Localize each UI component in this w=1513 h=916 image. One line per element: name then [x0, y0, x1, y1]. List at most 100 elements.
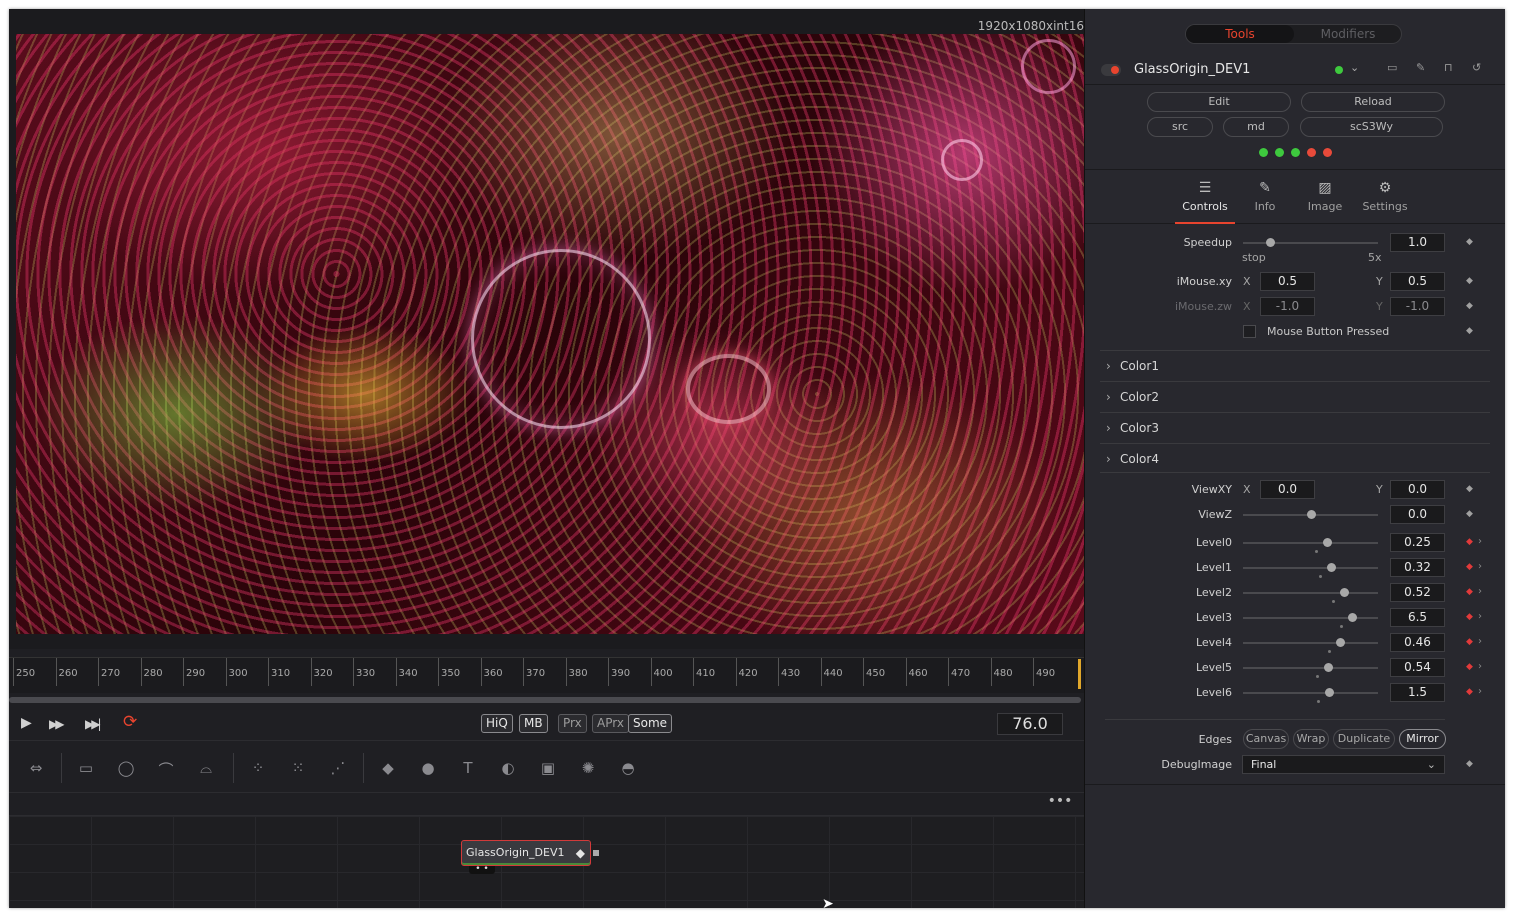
group-color1[interactable]: › Color1 — [1100, 350, 1490, 380]
reset-icon[interactable]: ↺ — [1472, 61, 1481, 74]
level-slider[interactable] — [1243, 592, 1378, 594]
viewxy-x-field[interactable]: 0.0 — [1260, 480, 1315, 499]
tool-color-dot-icon[interactable] — [1335, 66, 1343, 74]
merge-3d-icon[interactable]: ◐ — [497, 759, 519, 779]
keyframe-diamond-icon[interactable]: ◆ — [1466, 237, 1473, 247]
chevron-right-icon[interactable]: › — [1478, 661, 1482, 672]
level-slider[interactable] — [1243, 542, 1378, 544]
level-knob[interactable] — [1324, 663, 1334, 672]
renderer-3d-icon[interactable]: ✺ — [577, 759, 599, 779]
viewz-knob[interactable] — [1306, 510, 1316, 519]
src-button[interactable]: src — [1147, 117, 1213, 137]
skip-to-end-icon[interactable]: ▶▶| — [85, 717, 101, 731]
tool-node[interactable]: GlassOrigin_DEV1 ◆ — [461, 840, 591, 866]
chevron-right-icon[interactable]: › — [1478, 536, 1482, 547]
level-knob[interactable] — [1326, 563, 1336, 572]
lock-icon[interactable]: ⊓ — [1444, 61, 1453, 74]
tool-enable-toggle[interactable] — [1101, 64, 1121, 76]
group-color4[interactable]: › Color4 — [1100, 443, 1490, 473]
view-icon[interactable]: ▭ — [1387, 61, 1397, 74]
fast-forward-icon[interactable]: ▶▶ — [49, 717, 65, 731]
edges-wrap-button[interactable]: Wrap — [1293, 729, 1329, 749]
loop-icon[interactable]: ⟳ — [123, 712, 137, 732]
edges-mirror-button[interactable]: Mirror — [1399, 729, 1446, 749]
level-value[interactable]: 6.5 — [1390, 608, 1445, 627]
mb-button[interactable]: MB — [519, 714, 548, 733]
level-knob[interactable] — [1340, 588, 1350, 597]
tab-controls[interactable]: ☰ Controls — [1175, 180, 1235, 224]
keyframe-diamond-icon[interactable]: ◆ — [1466, 662, 1473, 672]
particle-style-icon[interactable]: ⋰ — [327, 759, 349, 779]
level-slider[interactable] — [1243, 567, 1378, 569]
keyframe-diamond-icon[interactable]: ◆ — [1466, 587, 1473, 597]
level-knob[interactable] — [1348, 613, 1358, 622]
edges-canvas-button[interactable]: Canvas — [1243, 729, 1289, 749]
keyframe-diamond-icon[interactable]: ◆ — [1466, 484, 1473, 494]
level-slider[interactable] — [1243, 642, 1378, 644]
level-slider[interactable] — [1243, 667, 1378, 669]
md-button[interactable]: md — [1223, 117, 1289, 137]
bspline-mask-icon[interactable]: ⌓ — [195, 759, 217, 779]
resize-icon[interactable]: ⇔ — [25, 759, 47, 779]
level-value[interactable]: 0.52 — [1390, 583, 1445, 602]
text-3d-icon[interactable]: T — [457, 759, 479, 779]
debugimage-select[interactable]: Final ⌄ — [1242, 755, 1445, 774]
viewer[interactable]: 1920x1080xint16 — [9, 9, 1084, 649]
level-value[interactable]: 0.46 — [1390, 633, 1445, 652]
imouse-x-field[interactable]: 0.5 — [1260, 272, 1315, 291]
particle-render-icon[interactable]: ⁙ — [287, 759, 309, 779]
level-slider[interactable] — [1243, 617, 1378, 619]
particle-emitter-icon[interactable]: ⁘ — [247, 759, 269, 779]
more-options-icon[interactable]: ••• — [1046, 794, 1074, 813]
level-value[interactable]: 0.54 — [1390, 658, 1445, 677]
keyframe-diamond-icon[interactable]: ◆ — [1466, 687, 1473, 697]
node-input-ports[interactable]: • • — [469, 865, 495, 874]
keyframe-diamond-icon[interactable]: ◆ — [1466, 301, 1473, 311]
tab-modifiers[interactable]: Modifiers — [1294, 25, 1402, 43]
level-value[interactable]: 0.32 — [1390, 558, 1445, 577]
keyframe-diamond-icon[interactable]: ◆ — [1466, 537, 1473, 547]
timeline-scrollbar[interactable] — [9, 697, 1081, 703]
level-value[interactable]: 1.5 — [1390, 683, 1445, 702]
edit-button[interactable]: Edit — [1147, 92, 1291, 112]
level-knob[interactable] — [1325, 688, 1335, 697]
rectangle-mask-icon[interactable]: ▭ — [75, 759, 97, 779]
edges-duplicate-button[interactable]: Duplicate — [1333, 729, 1395, 749]
imouse-z-field[interactable]: -1.0 — [1260, 297, 1315, 316]
pin-icon[interactable]: ✎ — [1416, 61, 1425, 74]
chevron-down-icon[interactable]: ⌄ — [1350, 61, 1359, 74]
playhead[interactable] — [1078, 659, 1081, 689]
keyframe-diamond-icon[interactable]: ◆ — [1466, 759, 1473, 769]
chevron-right-icon[interactable]: › — [1478, 636, 1482, 647]
tab-tools[interactable]: Tools — [1186, 25, 1294, 43]
reload-button[interactable]: Reload — [1301, 92, 1445, 112]
speedup-knob[interactable] — [1266, 238, 1275, 247]
viewxy-y-field[interactable]: 0.0 — [1390, 480, 1445, 499]
node-output-port[interactable] — [593, 850, 599, 856]
keyframe-diamond-icon[interactable]: ◆ — [1466, 612, 1473, 622]
tab-info[interactable]: ✎ Info — [1235, 180, 1295, 213]
play-icon[interactable]: ▶ — [21, 715, 32, 731]
imouse-y-field[interactable]: 0.5 — [1390, 272, 1445, 291]
polygon-mask-icon[interactable]: ⌒ — [155, 759, 177, 779]
keyframe-diamond-icon[interactable]: ◆ — [1466, 509, 1473, 519]
group-color3[interactable]: › Color3 — [1100, 412, 1490, 442]
level-knob[interactable] — [1322, 538, 1332, 547]
keyframe-diamond-icon[interactable]: ◆ — [1466, 637, 1473, 647]
level-value[interactable]: 0.25 — [1390, 533, 1445, 552]
prx-button[interactable]: Prx — [558, 714, 587, 733]
light-3d-icon[interactable]: ◓ — [617, 759, 639, 779]
mouse-button-checkbox[interactable] — [1243, 325, 1256, 338]
hash-button[interactable]: scS3Wy — [1300, 117, 1443, 137]
aprx-button[interactable]: APrx — [592, 714, 629, 733]
speedup-slider[interactable] — [1243, 242, 1378, 244]
camera-3d-icon[interactable]: ▣ — [537, 759, 559, 779]
keyframe-diamond-icon[interactable]: ◆ — [1466, 326, 1473, 336]
image-plane-3d-icon[interactable]: ◆ — [377, 759, 399, 779]
tab-image[interactable]: ▨ Image — [1295, 180, 1355, 213]
chevron-right-icon[interactable]: › — [1478, 586, 1482, 597]
chevron-right-icon[interactable]: › — [1478, 686, 1482, 697]
shape-3d-icon[interactable]: ● — [417, 759, 439, 779]
some-button[interactable]: Some — [628, 714, 673, 733]
imouse-w-field[interactable]: -1.0 — [1390, 297, 1445, 316]
